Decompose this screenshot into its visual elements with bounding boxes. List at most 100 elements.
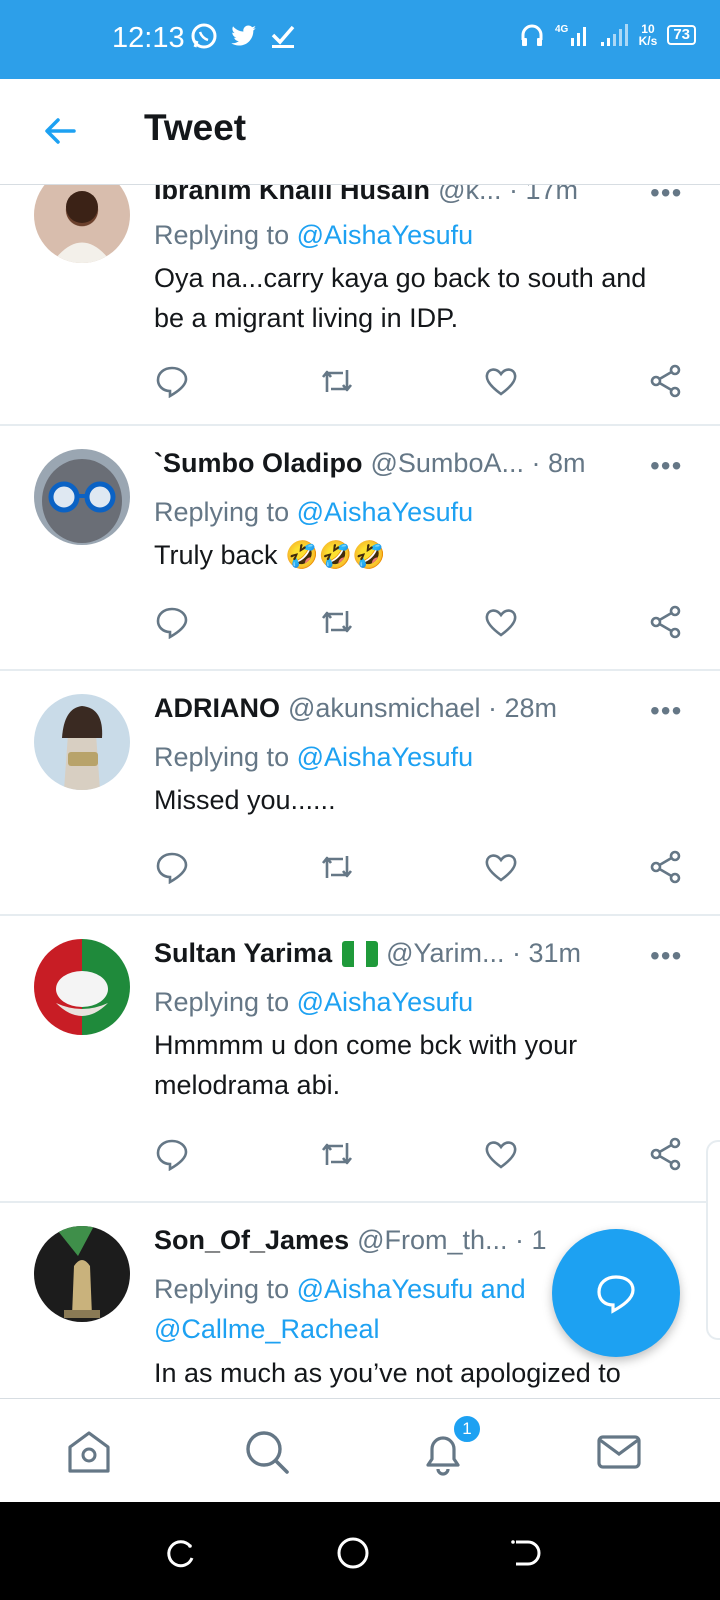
tweet-actions [154, 849, 684, 885]
mention-link[interactable]: @AishaYesufu [297, 1274, 474, 1304]
page-title: Tweet [144, 107, 247, 148]
avatar[interactable] [34, 1226, 130, 1322]
avatar-image [34, 694, 130, 790]
more-icon[interactable]: ••• [650, 450, 682, 482]
home-icon[interactable] [64, 1427, 114, 1477]
share-icon[interactable] [648, 849, 684, 885]
more-icon[interactable]: ••• [650, 940, 682, 972]
more-icon[interactable]: ••• [650, 695, 682, 727]
tweet-text: Truly back 🤣🤣🤣 [154, 540, 386, 570]
tweet-text: In as much as you’ve not apologized to [154, 1358, 621, 1388]
tweet-actions [154, 1136, 684, 1172]
check-icon [271, 25, 295, 48]
replying-to: Replying to @AishaYesufu and @Callme_Rac… [154, 1269, 574, 1349]
notification-badge: 1 [452, 1414, 482, 1444]
like-icon[interactable] [483, 849, 519, 885]
avatar-image [34, 185, 130, 263]
system-nav-bar [0, 1502, 720, 1600]
scroll-handle[interactable] [706, 1140, 720, 1340]
reply-feed[interactable]: Ibrahim Khalil Husain @k... · 17m ••• Re… [0, 185, 720, 1398]
tweet-card[interactable]: Sultan Yarima @Yarim... · 31m ••• Replyi… [0, 916, 720, 1203]
twitter-icon [231, 25, 256, 46]
reply-icon[interactable] [154, 604, 190, 640]
reply-icon[interactable] [154, 1136, 190, 1172]
author-name[interactable]: Ibrahim Khalil Husain [154, 185, 430, 206]
mention-link[interactable]: @AishaYesufu [297, 497, 474, 527]
avatar-image [34, 1226, 130, 1322]
status-bar: 12:13 4G 10 K/s 73 [0, 0, 720, 79]
tweet-author-line: Son_Of_James @From_th... · 1 [154, 1225, 547, 1256]
author-name[interactable]: Son_Of_James [154, 1225, 349, 1256]
avatar-image [34, 449, 130, 545]
replying-to: Replying to @AishaYesufu [154, 737, 473, 777]
mention-and: and [473, 1274, 526, 1304]
author-handle-time: @Yarim... · 31m [386, 938, 582, 968]
tweet-author-line: ADRIANO @akunsmichael · 28m [154, 693, 557, 724]
reply-icon[interactable] [154, 849, 190, 885]
mention-link[interactable]: @Callme_Racheal [154, 1314, 380, 1344]
author-name[interactable]: ADRIANO [154, 693, 280, 724]
tweet-author-line: Ibrahim Khalil Husain @k... · 17m [154, 185, 578, 206]
like-icon[interactable] [483, 1136, 519, 1172]
author-name[interactable]: Sultan Yarima [154, 938, 332, 969]
retweet-icon[interactable] [319, 604, 355, 640]
replying-to: Replying to @AishaYesufu [154, 215, 473, 255]
share-icon[interactable] [648, 363, 684, 399]
status-system-icons: 4G 10 K/s 73 [519, 22, 696, 48]
mention-link[interactable]: @AishaYesufu [297, 220, 474, 250]
author-handle-time: @akunsmichael · 28m [288, 693, 558, 723]
signal-icon: 4G [555, 24, 586, 46]
replying-to: Replying to @AishaYesufu [154, 982, 473, 1022]
status-notification-icons [190, 22, 296, 50]
tweet-actions [154, 604, 684, 640]
status-time: 12:13 [112, 22, 185, 54]
back-arrow-icon[interactable] [40, 111, 80, 151]
messages-icon[interactable] [594, 1427, 644, 1477]
like-icon[interactable] [483, 604, 519, 640]
replying-prefix: Replying to [154, 220, 297, 250]
author-handle-time: @k... · 17m [438, 185, 578, 205]
search-icon[interactable] [242, 1427, 292, 1477]
mention-link[interactable]: @AishaYesufu [297, 742, 474, 772]
retweet-icon[interactable] [319, 1136, 355, 1172]
bottom-tab-bar [0, 1398, 720, 1502]
avatar[interactable] [34, 449, 130, 545]
retweet-icon[interactable] [319, 363, 355, 399]
whatsapp-icon [191, 23, 217, 49]
replying-prefix: Replying to [154, 497, 297, 527]
share-icon[interactable] [648, 1136, 684, 1172]
reply-icon[interactable] [154, 363, 190, 399]
replying-prefix: Replying to [154, 987, 297, 1017]
battery-indicator: 73 [667, 25, 696, 45]
tweet-card[interactable]: `Sumbo Oladipo @SumboA... · 8m ••• Reply… [0, 426, 720, 671]
recent-apps-icon[interactable] [164, 1536, 198, 1570]
author-handle-time: @SumboA... · 8m [370, 448, 586, 478]
tweet-card[interactable]: Ibrahim Khalil Husain @k... · 17m ••• Re… [0, 185, 720, 426]
avatar-image [34, 939, 130, 1035]
avatar[interactable] [34, 185, 130, 263]
tweet-text: Missed you...... [154, 785, 336, 815]
tweet-card[interactable]: ADRIANO @akunsmichael · 28m ••• Replying… [0, 671, 720, 916]
svg-text:4G: 4G [555, 24, 569, 35]
tweet-text: Oya na...carry kaya go back to south and… [154, 263, 647, 333]
replying-prefix: Replying to [154, 1274, 297, 1304]
avatar[interactable] [34, 939, 130, 1035]
retweet-icon[interactable] [319, 849, 355, 885]
back-nav-icon[interactable] [508, 1536, 542, 1570]
replying-prefix: Replying to [154, 742, 297, 772]
more-icon[interactable]: ••• [650, 185, 682, 209]
replying-to: Replying to @AishaYesufu [154, 492, 473, 532]
network-speed: 10 K/s [639, 23, 658, 47]
avatar[interactable] [34, 694, 130, 790]
mention-link[interactable]: @AishaYesufu [297, 987, 474, 1017]
home-circle-icon[interactable] [336, 1536, 370, 1570]
tweet-text: Hmmmm u don come bck with your melodrama… [154, 1030, 578, 1100]
like-icon[interactable] [483, 363, 519, 399]
signal-weak-icon [600, 24, 628, 46]
author-name[interactable]: `Sumbo Oladipo [154, 448, 363, 479]
tweet-author-line: Sultan Yarima @Yarim... · 31m [154, 938, 581, 969]
nigeria-flag-icon [342, 940, 379, 967]
compose-reply-button[interactable] [552, 1229, 680, 1357]
share-icon[interactable] [648, 604, 684, 640]
tweet-actions [154, 363, 684, 399]
